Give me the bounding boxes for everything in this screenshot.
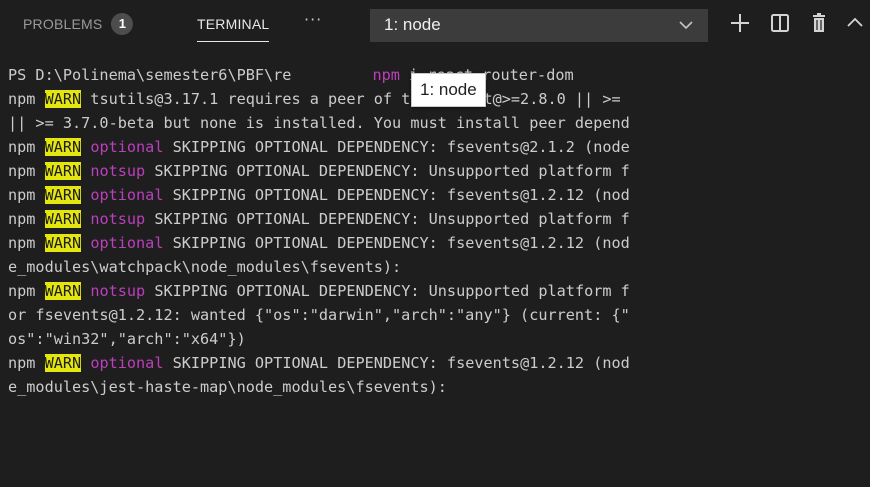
terminal-line: || >= 3.7.0-beta but none is installed. …	[8, 111, 630, 135]
warn-badge: WARN	[44, 210, 82, 228]
terminal-line: npm WARN optional SKIPPING OPTIONAL DEPE…	[8, 351, 630, 375]
warn-tag: notsup	[90, 210, 146, 228]
terminal-line: npm WARN notsup SKIPPING OPTIONAL DEPEND…	[8, 207, 630, 231]
warn-tag: notsup	[90, 162, 146, 180]
command-npm: npm	[372, 66, 400, 84]
warn-tag: notsup	[90, 282, 146, 300]
line-text: SKIPPING OPTIONAL DEPENDENCY: fsevents@1…	[163, 354, 630, 372]
line-text: SKIPPING OPTIONAL DEPENDENCY: fsevents@2…	[163, 138, 630, 156]
warn-tag: optional	[90, 138, 164, 156]
line-text: || >= 3.7.0-beta but none is installed. …	[8, 114, 630, 132]
problems-count-badge: 1	[111, 13, 134, 35]
terminal-select[interactable]: 1: node	[370, 9, 708, 42]
line-text: SKIPPING OPTIONAL DEPENDENCY: fsevents@1…	[163, 186, 630, 204]
npm-prefix: npm	[8, 162, 45, 180]
trash-icon[interactable]	[806, 10, 832, 36]
chevron-down-icon	[679, 21, 693, 30]
split-terminal-icon[interactable]	[767, 10, 793, 36]
tab-problems-label: PROBLEMS	[23, 16, 103, 32]
npm-prefix: npm	[8, 354, 45, 372]
line-text: os":"win32","arch":"x64"})	[8, 330, 246, 348]
chevron-up-icon[interactable]	[842, 10, 868, 36]
terminal-line: or fsevents@1.2.12: wanted {"os":"darwin…	[8, 303, 630, 327]
terminal-tooltip: 1: node	[411, 73, 486, 107]
warn-tag: optional	[90, 186, 164, 204]
prompt-path: PS D:\Polinema\semester6\PBF\re	[8, 66, 292, 84]
tab-problems[interactable]: PROBLEMS 1	[23, 0, 134, 48]
panel-header: PROBLEMS 1 TERMINAL ··· 1: node	[0, 0, 870, 54]
more-actions-button[interactable]: ···	[304, 10, 322, 29]
warn-badge: WARN	[44, 186, 82, 204]
terminal-line: npm WARN notsup SKIPPING OPTIONAL DEPEND…	[8, 159, 630, 183]
warn-tag: optional	[90, 234, 164, 252]
tab-terminal-label: TERMINAL	[197, 16, 270, 32]
terminal-line: e_modules\watchpack\node_modules\fsevent…	[8, 255, 401, 279]
npm-prefix: npm	[8, 90, 45, 108]
line-text: or fsevents@1.2.12: wanted {"os":"darwin…	[8, 306, 630, 324]
line-text: e_modules\watchpack\node_modules\fsevent…	[8, 258, 402, 276]
line-text: SKIPPING OPTIONAL DEPENDENCY: fsevents@1…	[163, 234, 630, 252]
active-tab-underline	[197, 41, 270, 42]
warn-badge: WARN	[44, 138, 82, 156]
terminal-line: os":"win32","arch":"x64"})	[8, 327, 246, 351]
line-text: SKIPPING OPTIONAL DEPENDENCY: Unsupporte…	[145, 210, 630, 228]
warn-badge: WARN	[44, 354, 82, 372]
terminal-line: npm WARN optional SKIPPING OPTIONAL DEPE…	[8, 231, 630, 255]
terminal-panel: PROBLEMS 1 TERMINAL ··· 1: node PS D:\Po…	[0, 0, 870, 487]
warn-tag: optional	[90, 354, 164, 372]
npm-prefix: npm	[8, 210, 45, 228]
terminal-line: npm WARN optional SKIPPING OPTIONAL DEPE…	[8, 135, 630, 159]
line-text: tsutils@3.17.1 requires a peer of typesc…	[81, 90, 621, 108]
line-text: e_modules\jest-haste-map\node_modules\fs…	[8, 378, 447, 396]
terminal-line: npm WARN notsup SKIPPING OPTIONAL DEPEND…	[8, 279, 630, 303]
terminal-line: npm WARN tsutils@3.17.1 requires a peer …	[8, 87, 621, 111]
warn-badge: WARN	[44, 282, 82, 300]
line-text: SKIPPING OPTIONAL DEPENDENCY: Unsupporte…	[145, 282, 630, 300]
npm-prefix: npm	[8, 186, 45, 204]
terminal-line: PS D:\Polinema\semester6\PBF\re npm i rea…	[8, 63, 574, 87]
warn-badge: WARN	[44, 234, 82, 252]
line-text: SKIPPING OPTIONAL DEPENDENCY: Unsupporte…	[145, 162, 630, 180]
plus-icon[interactable]	[727, 10, 753, 36]
warn-badge: WARN	[44, 162, 82, 180]
npm-prefix: npm	[8, 138, 45, 156]
terminal-output[interactable]: PS D:\Polinema\semester6\PBF\re npm i rea…	[0, 63, 870, 487]
terminal-select-value: 1: node	[384, 15, 441, 34]
npm-prefix: npm	[8, 282, 45, 300]
npm-prefix: npm	[8, 234, 45, 252]
terminal-line: e_modules\jest-haste-map\node_modules\fs…	[8, 375, 447, 399]
tab-terminal[interactable]: TERMINAL	[197, 0, 270, 48]
warn-badge: WARN	[44, 90, 82, 108]
terminal-line: npm WARN optional SKIPPING OPTIONAL DEPE…	[8, 183, 630, 207]
